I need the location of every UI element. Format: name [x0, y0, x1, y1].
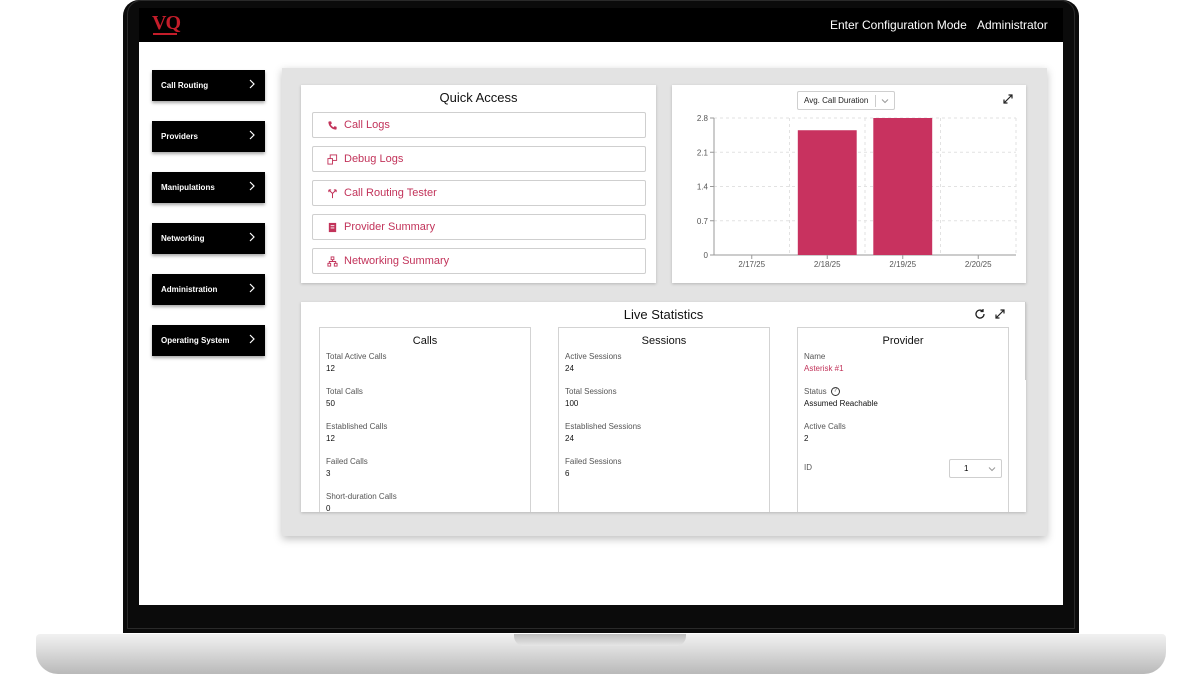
x-tick-label: 2/17/25 [738, 260, 765, 269]
sidebar-item-label: Providers [161, 132, 198, 141]
chevron-right-icon [249, 232, 255, 242]
sidebar-item-administration[interactable]: Administration [152, 274, 265, 305]
chevron-right-icon [249, 130, 255, 140]
sidebar-item-networking[interactable]: Networking [152, 223, 265, 254]
quick-access-title: Quick Access [439, 90, 518, 105]
calls-title: Calls [412, 335, 438, 347]
provider-name-link[interactable]: Asterisk #1 [804, 364, 844, 373]
calls-stat-box: Calls Total Active Calls 12 Total Calls … [319, 327, 531, 512]
stat-label: ID [804, 463, 812, 472]
stat-value: 24 [565, 364, 574, 373]
sidebar-item-operating-system[interactable]: Operating System [152, 325, 265, 356]
quick-access-label: Call Logs [344, 119, 390, 131]
status-label-row: Status? [804, 387, 840, 397]
stat-label: Failed Calls [326, 457, 368, 466]
top-bar: VQ Enter Configuration Mode Administrato… [139, 8, 1063, 42]
logo-underline [153, 33, 177, 35]
avg-call-duration-chart: 0 0.7 1.4 2.1 2.8 2/17/25 2/18/25 2/19/25 2/20/2… [697, 114, 1017, 269]
help-icon[interactable]: ? [830, 387, 840, 397]
y-tick-label: 0.7 [697, 217, 709, 226]
y-tick-label: 2.8 [697, 114, 709, 123]
stat-value: 24 [565, 434, 574, 443]
scrollbar[interactable] [1025, 302, 1026, 380]
live-statistics-card: Live Statistics Calls Total Active Calls… [301, 302, 1026, 512]
sidebar-item-label: Operating System [161, 336, 230, 345]
provider-stat-box: Provider Name Asterisk #1 Status? Assume… [797, 327, 1009, 512]
sessions-stat-box: Sessions Active Sessions 24 Total Sessio… [558, 327, 770, 512]
quick-access-provider-summary[interactable]: Provider Summary [312, 214, 646, 240]
y-tick-label: 0 [704, 251, 709, 260]
stat-label: Total Sessions [565, 387, 617, 396]
expand-icon[interactable] [995, 309, 1005, 319]
bar [797, 130, 857, 255]
x-tick-label: 2/19/25 [889, 260, 916, 269]
stat-value: 12 [326, 364, 335, 373]
y-tick-label: 2.1 [697, 148, 709, 157]
sidebar-item-label: Administration [161, 285, 218, 294]
laptop-base-notch [514, 634, 686, 646]
quick-access-label: Call Routing Tester [344, 187, 437, 199]
network-icon [327, 255, 338, 267]
sidebar-item-manipulations[interactable]: Manipulations [152, 172, 265, 203]
quick-access-label: Debug Logs [344, 153, 404, 165]
stat-value: 0 [326, 504, 331, 512]
laptop-screen: VQ Enter Configuration Mode Administrato… [139, 8, 1063, 605]
live-statistics-title: Live Statistics [623, 307, 704, 322]
refresh-icon[interactable] [974, 308, 986, 320]
stat-value: Assumed Reachable [804, 399, 878, 408]
stat-label: Name [804, 352, 826, 361]
stat-label: Total Calls [326, 387, 363, 396]
enter-configuration-mode-link[interactable]: Enter Configuration Mode [830, 18, 967, 32]
logo[interactable]: VQ [152, 12, 181, 35]
provider-id-select[interactable]: 1 [949, 459, 1002, 478]
provider-id-value: 1 [964, 464, 969, 473]
stat-value: 100 [565, 399, 579, 408]
x-tick-label: 2/20/25 [965, 260, 992, 269]
stat-value: 2 [804, 434, 809, 443]
stat-value: 6 [565, 469, 570, 478]
y-tick-label: 1.4 [697, 183, 709, 192]
summary-icon [328, 222, 337, 232]
quick-access-label: Provider Summary [344, 221, 436, 233]
bar [873, 118, 933, 255]
chevron-down-icon [988, 467, 996, 472]
stat-value: 3 [326, 469, 331, 478]
stat-label: Failed Sessions [565, 457, 622, 466]
chevron-right-icon [249, 79, 255, 89]
phone-icon [328, 120, 337, 130]
quick-access-call-routing-tester[interactable]: Call Routing Tester [312, 180, 646, 206]
stat-label: Status [804, 387, 827, 396]
stat-label: Established Calls [326, 422, 388, 431]
routing-icon [328, 188, 337, 198]
dashboard-panel: Quick Access Call Logs Debug Logs Call R… [282, 68, 1047, 536]
quick-access-label: Networking Summary [344, 255, 450, 267]
sessions-title: Sessions [641, 335, 687, 347]
sidebar-item-label: Manipulations [161, 183, 215, 192]
quick-access-card: Quick Access Call Logs Debug Logs Call R… [301, 85, 656, 283]
chevron-right-icon [249, 181, 255, 191]
debug-icon [327, 153, 338, 165]
stat-value: 50 [326, 399, 335, 408]
chart-card: Avg. Call Duration 0 0.7 1.4 2.1 2.8 2/17/25 2… [672, 85, 1026, 283]
stat-label: Active Calls [804, 422, 846, 431]
chevron-right-icon [249, 283, 255, 293]
sidebar-item-call-routing[interactable]: Call Routing [152, 70, 265, 101]
quick-access-networking-summary[interactable]: Networking Summary [312, 248, 646, 274]
sidebar-item-providers[interactable]: Providers [152, 121, 265, 152]
provider-title: Provider [882, 335, 924, 347]
stat-label: Established Sessions [565, 422, 642, 431]
stat-label: Total Active Calls [326, 352, 387, 361]
stat-value: 12 [326, 434, 335, 443]
quick-access-debug-logs[interactable]: Debug Logs [312, 146, 646, 172]
x-tick-label: 2/18/25 [814, 260, 841, 269]
sidebar-item-label: Networking [161, 234, 205, 243]
sidebar-item-label: Call Routing [161, 81, 209, 90]
quick-access-call-logs[interactable]: Call Logs [312, 112, 646, 138]
chevron-right-icon [249, 334, 255, 344]
stat-label: Short-duration Calls [326, 492, 397, 501]
user-menu[interactable]: Administrator [977, 18, 1048, 32]
stat-label: Active Sessions [565, 352, 622, 361]
